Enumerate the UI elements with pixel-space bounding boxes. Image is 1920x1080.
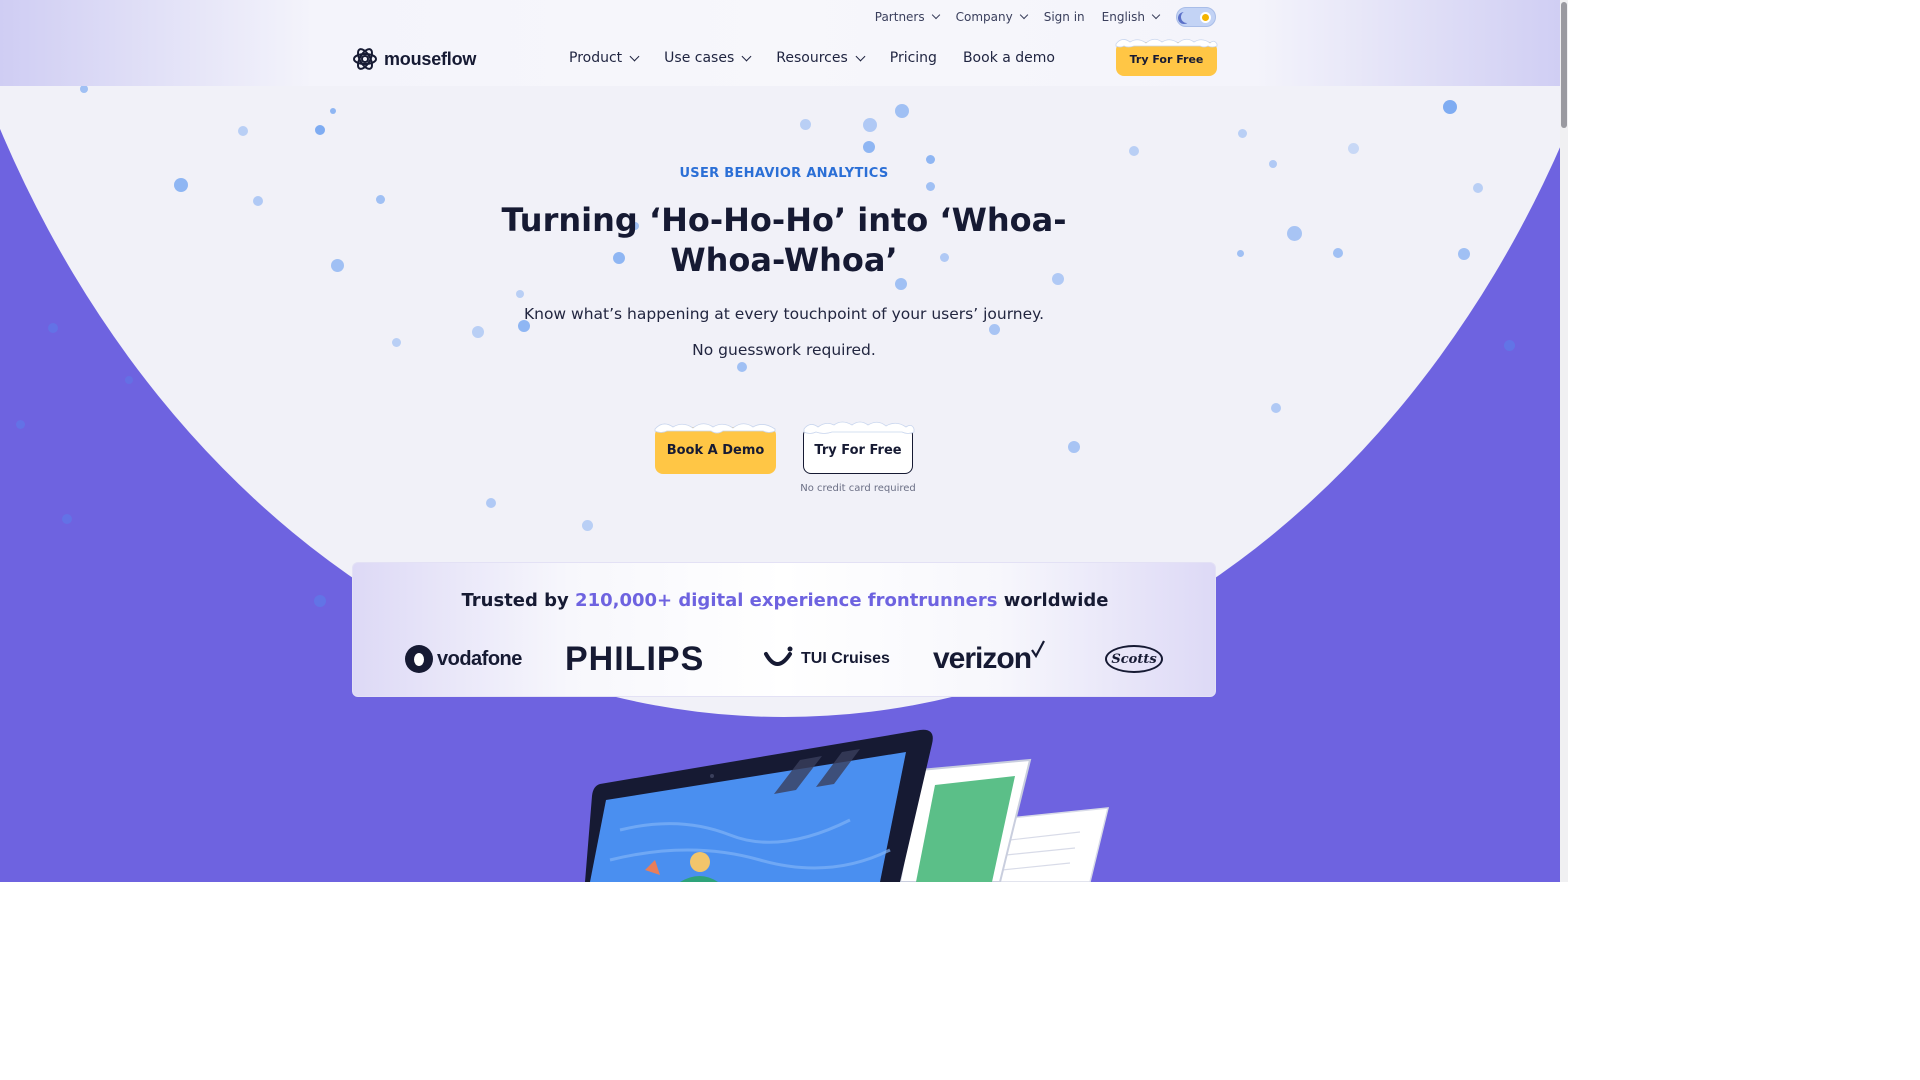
language-selector[interactable]: English xyxy=(1101,10,1161,24)
snow-cap-decoration xyxy=(654,423,776,434)
hero-eyebrow: USER BEHAVIOR ANALYTICS xyxy=(679,166,889,181)
no-credit-card-note: No credit card required xyxy=(800,483,916,494)
main-nav: Product Use cases Resources Pricing Book… xyxy=(569,50,1055,66)
nav-product[interactable]: Product xyxy=(569,50,640,66)
scotts-wordmark: Scotts xyxy=(1111,651,1157,667)
moon-icon xyxy=(1181,11,1193,23)
nav-pricing-label: Pricing xyxy=(889,50,937,66)
book-a-demo-label: Book A Demo xyxy=(666,443,765,458)
nav-product-label: Product xyxy=(569,50,623,66)
chevron-down-icon xyxy=(629,51,640,61)
site-header xyxy=(0,0,1568,86)
sign-in-label: Sign in xyxy=(1043,10,1085,24)
page-scrollbar[interactable] xyxy=(1560,0,1568,882)
snow-cap-decoration xyxy=(803,421,915,434)
nav-cta-label: Try For Free xyxy=(1129,52,1204,66)
hero-subtitle-secondary: No guesswork required. xyxy=(692,341,876,359)
nav-book-demo-label: Book a demo xyxy=(962,50,1055,66)
nav-pricing[interactable]: Pricing xyxy=(890,50,937,66)
company-label: Company xyxy=(955,10,1013,24)
partners-label: Partners xyxy=(874,10,925,24)
sun-icon xyxy=(1200,12,1211,23)
chevron-down-icon xyxy=(855,51,866,61)
verizon-logo: verizon xyxy=(933,640,1046,677)
tui-smile-icon xyxy=(764,646,793,666)
partners-menu[interactable]: Partners xyxy=(874,10,940,24)
trusted-highlight: 210,000+ digital experience frontrunners xyxy=(575,590,998,611)
trusted-by-section: Trusted by 210,000+ digital experience f… xyxy=(352,562,1216,697)
nav-resources[interactable]: Resources xyxy=(776,50,866,66)
nav-resources-label: Resources xyxy=(776,50,848,66)
nav-use-cases-label: Use cases xyxy=(664,50,735,66)
mouseflow-logo-icon xyxy=(352,46,378,72)
hero-subtitle: Know what’s happening at every touchpoin… xyxy=(523,305,1045,323)
chevron-down-icon xyxy=(1019,10,1028,20)
mouseflow-logo[interactable]: mouseflow xyxy=(352,46,476,72)
nav-try-for-free-button[interactable]: Try For Free xyxy=(1115,38,1218,76)
customer-logos: vodafone PHILIPS TUI Cruises verizon Sco… xyxy=(353,639,1217,678)
vodafone-wordmark: vodafone xyxy=(437,647,522,670)
trusted-prefix: Trusted by xyxy=(461,590,576,611)
chevron-down-icon xyxy=(1151,10,1161,20)
snow-cap-decoration xyxy=(1115,38,1218,48)
chevron-down-icon xyxy=(741,51,752,61)
philips-wordmark: PHILIPS xyxy=(565,639,705,678)
tui-cruises-logo: TUI Cruises xyxy=(763,641,890,677)
verizon-check-icon xyxy=(1031,640,1046,659)
tui-wordmark: TUI Cruises xyxy=(801,650,890,667)
vodafone-mark-icon xyxy=(405,645,433,673)
vodafone-logo: vodafone xyxy=(405,641,522,677)
logo-wordmark: mouseflow xyxy=(384,48,477,69)
sign-in-link[interactable]: Sign in xyxy=(1044,10,1085,24)
verizon-wordmark: verizon xyxy=(933,642,1032,675)
trusted-suffix: worldwide xyxy=(997,590,1109,611)
scrollbar-thumb[interactable] xyxy=(1561,2,1567,128)
hero-illustration xyxy=(560,720,1160,883)
scotts-logo: Scotts xyxy=(1105,645,1163,673)
language-label: English xyxy=(1101,10,1145,24)
chevron-down-icon xyxy=(931,10,940,20)
company-menu[interactable]: Company xyxy=(955,10,1028,24)
utility-nav: Partners Company Sign in English xyxy=(875,7,1216,27)
philips-logo: PHILIPS xyxy=(565,639,705,678)
hero-title: Turning ‘Ho-Ho-Ho’ into ‘Whoa-Whoa-Whoa’ xyxy=(501,201,1067,279)
nav-book-demo[interactable]: Book a demo xyxy=(963,50,1055,66)
trusted-by-heading: Trusted by 210,000+ digital experience f… xyxy=(353,590,1217,611)
nav-use-cases[interactable]: Use cases xyxy=(664,50,752,66)
try-for-free-label: Try For Free xyxy=(814,443,902,458)
theme-toggle[interactable] xyxy=(1176,7,1216,27)
book-a-demo-button[interactable]: Book A Demo xyxy=(654,423,776,474)
try-for-free-button[interactable]: Try For Free xyxy=(803,421,915,474)
